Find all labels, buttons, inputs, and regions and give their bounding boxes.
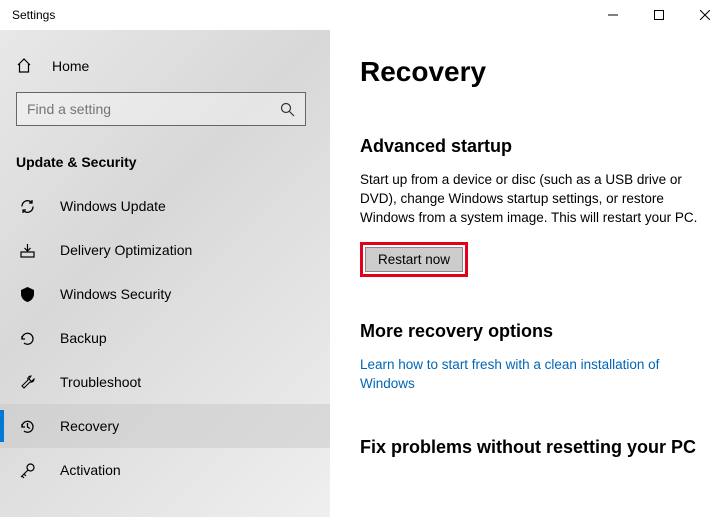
- maximize-button[interactable]: [636, 0, 682, 30]
- search-input[interactable]: [16, 92, 306, 126]
- restart-highlight: Restart now: [360, 242, 468, 277]
- close-button[interactable]: [682, 0, 728, 30]
- minimize-button[interactable]: [590, 0, 636, 30]
- sidebar-item-windows-security[interactable]: Windows Security: [0, 272, 330, 316]
- recovery-icon: [18, 417, 36, 435]
- page-title: Recovery: [360, 56, 698, 88]
- window-title: Settings: [12, 8, 55, 22]
- sidebar-item-troubleshoot[interactable]: Troubleshoot: [0, 360, 330, 404]
- sidebar-item-label: Recovery: [60, 418, 119, 434]
- search-icon: [280, 102, 295, 117]
- advanced-startup-heading: Advanced startup: [360, 136, 698, 157]
- fix-problems-heading: Fix problems without resetting your PC: [360, 437, 698, 458]
- shield-icon: [18, 285, 36, 303]
- advanced-startup-body: Start up from a device or disc (such as …: [360, 171, 698, 228]
- wrench-icon: [18, 373, 36, 391]
- home-icon: [16, 58, 36, 74]
- main-panel: Recovery Advanced startup Start up from …: [330, 30, 728, 517]
- more-recovery-heading: More recovery options: [360, 321, 698, 342]
- delivery-icon: [18, 241, 36, 259]
- home-nav[interactable]: Home: [0, 50, 330, 82]
- sidebar-item-label: Activation: [60, 462, 121, 478]
- sidebar-item-activation[interactable]: Activation: [0, 448, 330, 492]
- sidebar-item-backup[interactable]: Backup: [0, 316, 330, 360]
- sidebar-item-label: Troubleshoot: [60, 374, 141, 390]
- search-field[interactable]: [27, 101, 280, 117]
- sidebar-item-recovery[interactable]: Recovery: [0, 404, 330, 448]
- home-label: Home: [52, 58, 89, 74]
- sidebar-item-label: Windows Update: [60, 198, 166, 214]
- backup-icon: [18, 329, 36, 347]
- sidebar: Home Update & Security Windows Update De…: [0, 30, 330, 517]
- sidebar-item-label: Backup: [60, 330, 107, 346]
- key-icon: [18, 461, 36, 479]
- restart-now-button[interactable]: Restart now: [365, 247, 463, 272]
- titlebar: Settings: [0, 0, 728, 30]
- sidebar-item-label: Windows Security: [60, 286, 171, 302]
- sidebar-item-delivery-optimization[interactable]: Delivery Optimization: [0, 228, 330, 272]
- sync-icon: [18, 197, 36, 215]
- section-heading: Update & Security: [0, 146, 330, 184]
- sidebar-item-label: Delivery Optimization: [60, 242, 192, 258]
- fresh-start-link[interactable]: Learn how to start fresh with a clean in…: [360, 356, 698, 394]
- sidebar-item-windows-update[interactable]: Windows Update: [0, 184, 330, 228]
- window-controls: [590, 0, 728, 30]
